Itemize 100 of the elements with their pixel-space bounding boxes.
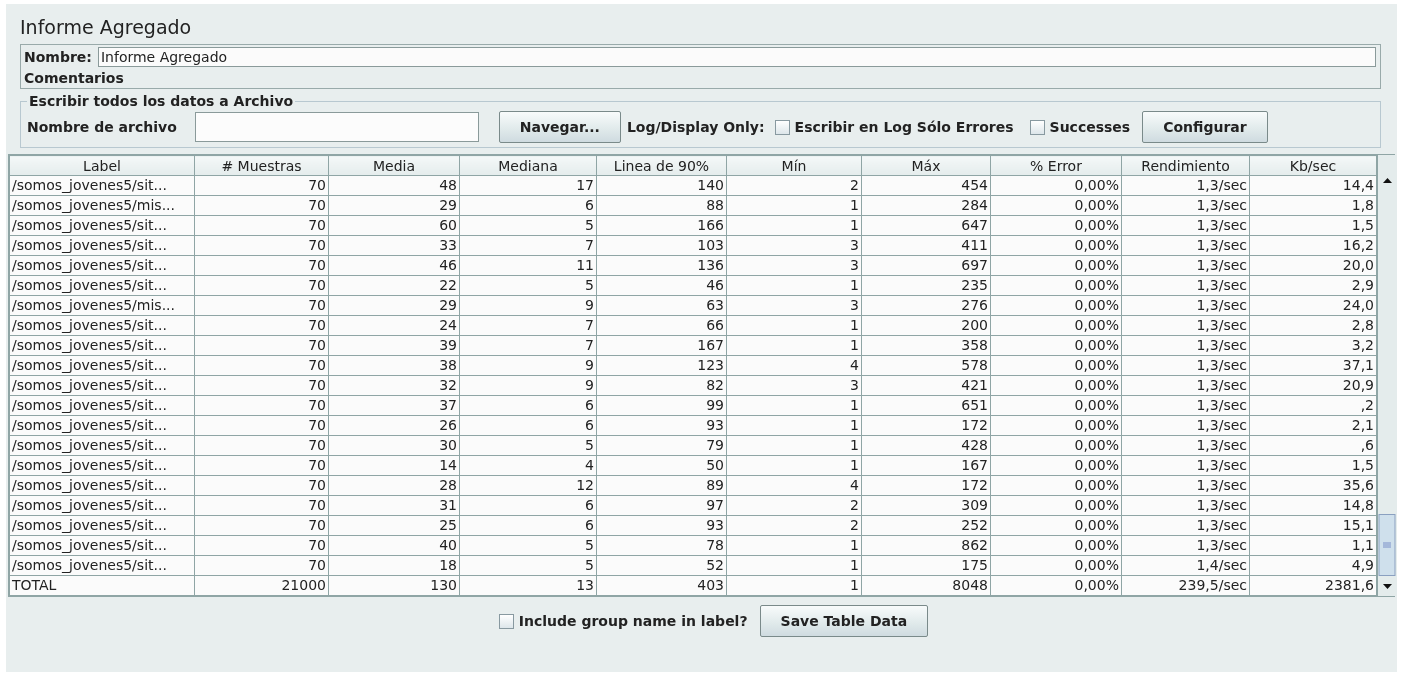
table-cell: /somos_jovenes5/sit... <box>9 515 195 536</box>
table-cell: 79 <box>596 435 727 456</box>
table-cell: 1,3/sec <box>1121 275 1250 296</box>
table-cell: 1,3/sec <box>1121 395 1250 416</box>
column-header[interactable]: Linea de 90% <box>596 155 727 176</box>
table-cell: 136 <box>596 255 727 276</box>
configure-button[interactable]: Configurar <box>1142 111 1268 143</box>
column-header[interactable]: Mediana <box>459 155 597 176</box>
table-cell: 0,00% <box>990 395 1122 416</box>
table-cell: 13 <box>459 575 597 596</box>
column-header[interactable]: Rendimiento <box>1121 155 1250 176</box>
table-cell: /somos_jovenes5/sit... <box>9 555 195 576</box>
table-cell: 20,0 <box>1249 255 1377 276</box>
table-cell: 1 <box>726 535 862 556</box>
table-cell: 1,3/sec <box>1121 475 1250 496</box>
table-cell: 123 <box>596 355 727 376</box>
table-cell: 33 <box>328 235 460 256</box>
table-cell: 1,4/sec <box>1121 555 1250 576</box>
table-cell: 0,00% <box>990 315 1122 336</box>
checkbox[interactable]: Include group name in label? <box>498 613 748 629</box>
table-cell: 70 <box>194 555 329 576</box>
table-cell: 454 <box>861 175 991 196</box>
table-cell: 235 <box>861 275 991 296</box>
table-cell: 38 <box>328 355 460 376</box>
table-cell: 7 <box>459 335 597 356</box>
column-header[interactable]: Mín <box>726 155 862 176</box>
table-cell: /somos_jovenes5/sit... <box>9 235 195 256</box>
table-cell: /somos_jovenes5/sit... <box>9 335 195 356</box>
scrollbar[interactable] <box>1377 155 1397 596</box>
table-cell: 3 <box>726 375 862 396</box>
table-cell: 172 <box>861 415 991 436</box>
table-cell: 1 <box>726 415 862 436</box>
table-cell: 1 <box>726 395 862 416</box>
table-cell: 3 <box>726 255 862 276</box>
column-header[interactable]: Máx <box>861 155 991 176</box>
table-cell: 1,3/sec <box>1121 235 1250 256</box>
table-cell: /somos_jovenes5/sit... <box>9 475 195 496</box>
table-cell: 25 <box>328 515 460 536</box>
table-cell: 26 <box>328 415 460 436</box>
column-header[interactable]: % Error <box>990 155 1122 176</box>
table-cell: 1,3/sec <box>1121 415 1250 436</box>
table-cell: 66 <box>596 315 727 336</box>
table-cell: 70 <box>194 495 329 516</box>
table-cell: /somos_jovenes5/sit... <box>9 175 195 196</box>
table-cell: 1,3/sec <box>1121 515 1250 536</box>
table-cell: 93 <box>596 515 727 536</box>
table-cell: 70 <box>194 375 329 396</box>
table-cell: 20,9 <box>1249 375 1377 396</box>
table-cell: 5 <box>459 535 597 556</box>
column-header[interactable]: Media <box>328 155 460 176</box>
table-cell: /somos_jovenes5/sit... <box>9 435 195 456</box>
table-cell: 8048 <box>861 575 991 596</box>
checkbox[interactable]: Escribir en Log Sólo Errores <box>774 119 1014 135</box>
table-cell: 0,00% <box>990 575 1122 596</box>
scroll-thumb[interactable] <box>1378 514 1396 576</box>
table-cell: 2,9 <box>1249 275 1377 296</box>
table-cell: 70 <box>194 215 329 236</box>
table-cell: 16,2 <box>1249 235 1377 256</box>
table-cell: 5 <box>459 275 597 296</box>
table-cell: 0,00% <box>990 495 1122 516</box>
table-cell: 0,00% <box>990 255 1122 276</box>
column-header[interactable]: Label <box>9 155 195 176</box>
table-cell: 6 <box>459 395 597 416</box>
browse-button[interactable]: Navegar... <box>498 111 621 143</box>
table-cell: 172 <box>861 475 991 496</box>
table-cell: 862 <box>861 535 991 556</box>
save-table-button[interactable]: Save Table Data <box>759 605 929 637</box>
table-cell: /somos_jovenes5/sit... <box>9 495 195 516</box>
table-cell: 50 <box>596 455 727 476</box>
table-cell: 70 <box>194 435 329 456</box>
table-cell: 14,8 <box>1249 495 1377 516</box>
name-field[interactable]: Informe Agregado <box>97 47 1376 67</box>
table-cell: 3,2 <box>1249 335 1377 356</box>
table-cell: 1 <box>726 435 862 456</box>
table-cell: 6 <box>459 415 597 436</box>
table-cell: 421 <box>861 375 991 396</box>
table-cell: 1,3/sec <box>1121 175 1250 196</box>
table-cell: /somos_jovenes5/sit... <box>9 255 195 276</box>
table-cell: 30 <box>328 435 460 456</box>
table-cell: 4 <box>459 455 597 476</box>
checkbox[interactable]: Successes <box>1029 119 1131 135</box>
table-cell: 52 <box>596 555 727 576</box>
table-cell: 200 <box>861 315 991 336</box>
table-cell: 70 <box>194 195 329 216</box>
table-cell: 1,3/sec <box>1121 335 1250 356</box>
filename-field[interactable] <box>194 112 479 142</box>
table-cell: 0,00% <box>990 475 1122 496</box>
table-cell: /somos_jovenes5/sit... <box>9 315 195 336</box>
table-cell: 0,00% <box>990 295 1122 316</box>
column-header[interactable]: # Muestras <box>194 155 329 176</box>
table-cell: 403 <box>596 575 727 596</box>
filename-label: Nombre de archivo <box>27 119 177 135</box>
table-cell: 28 <box>328 475 460 496</box>
table-cell: 284 <box>861 195 991 216</box>
table-cell: 70 <box>194 455 329 476</box>
table-cell: 276 <box>861 295 991 316</box>
table-cell: 2,8 <box>1249 315 1377 336</box>
table-cell: 17 <box>459 175 597 196</box>
table-cell: 252 <box>861 515 991 536</box>
column-header[interactable]: Kb/sec <box>1249 155 1377 176</box>
